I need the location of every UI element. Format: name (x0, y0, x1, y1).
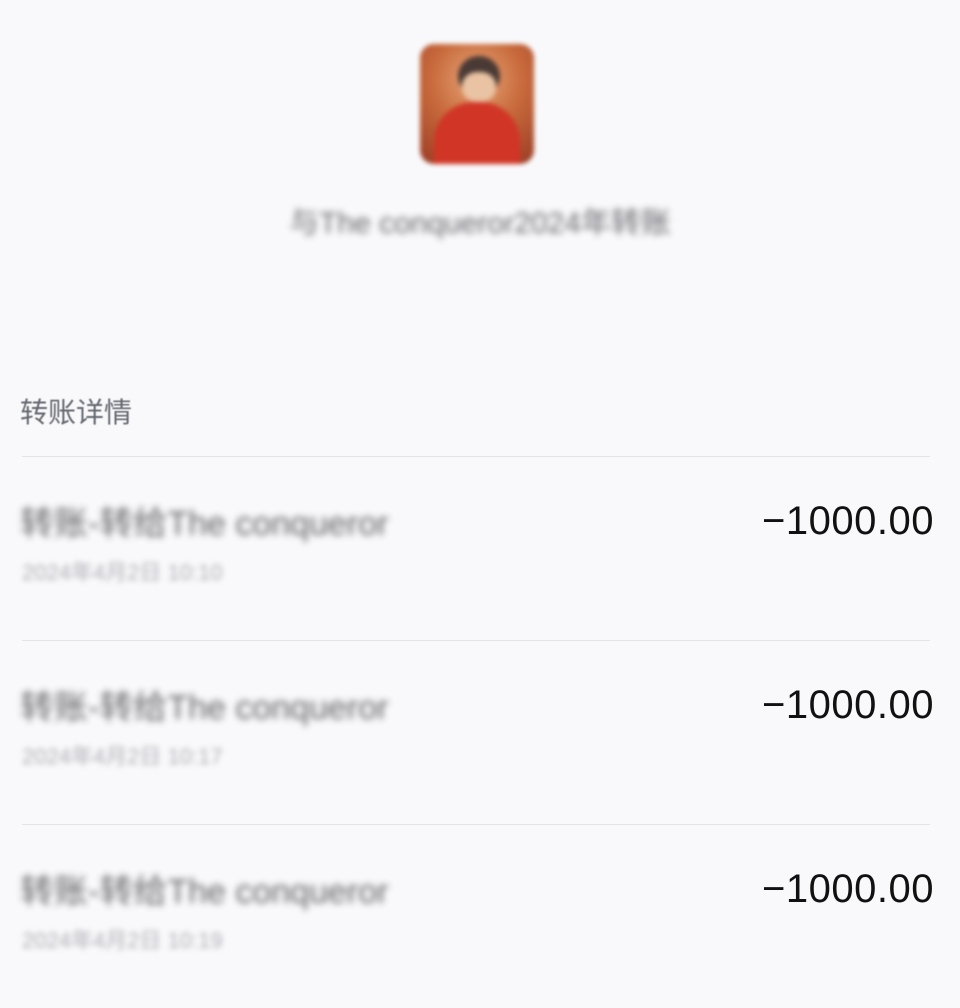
transaction-amount: −1000.00 (762, 499, 934, 543)
transfer-summary-title: 与The conqueror2024年转账 (289, 207, 671, 240)
transaction-time: 2024年4月2日 10:17 (22, 744, 223, 769)
transaction-name: 转账-转给The conqueror (20, 505, 389, 543)
transaction-row[interactable]: 转账-转给The conqueror 2024年4月2日 10:19 −1000… (0, 824, 960, 1008)
transaction-amount: −1000.00 (762, 867, 934, 911)
transaction-amount: −1000.00 (762, 683, 934, 727)
transaction-row[interactable]: 转账-转给The conqueror 2024年4月2日 10:17 −1000… (0, 640, 960, 824)
transaction-row[interactable]: 转账-转给The conqueror 2024年4月2日 10:10 −1000… (0, 456, 960, 640)
contact-avatar (420, 44, 534, 164)
avatar-face (462, 72, 496, 102)
transfer-details-heading: 转账详情 (20, 397, 133, 428)
transaction-time: 2024年4月2日 10:10 (22, 560, 223, 585)
transaction-name: 转账-转给The conqueror (20, 689, 389, 727)
transaction-name: 转账-转给The conqueror (20, 873, 389, 911)
avatar-body (434, 102, 520, 164)
transaction-time: 2024年4月2日 10:19 (22, 928, 223, 953)
